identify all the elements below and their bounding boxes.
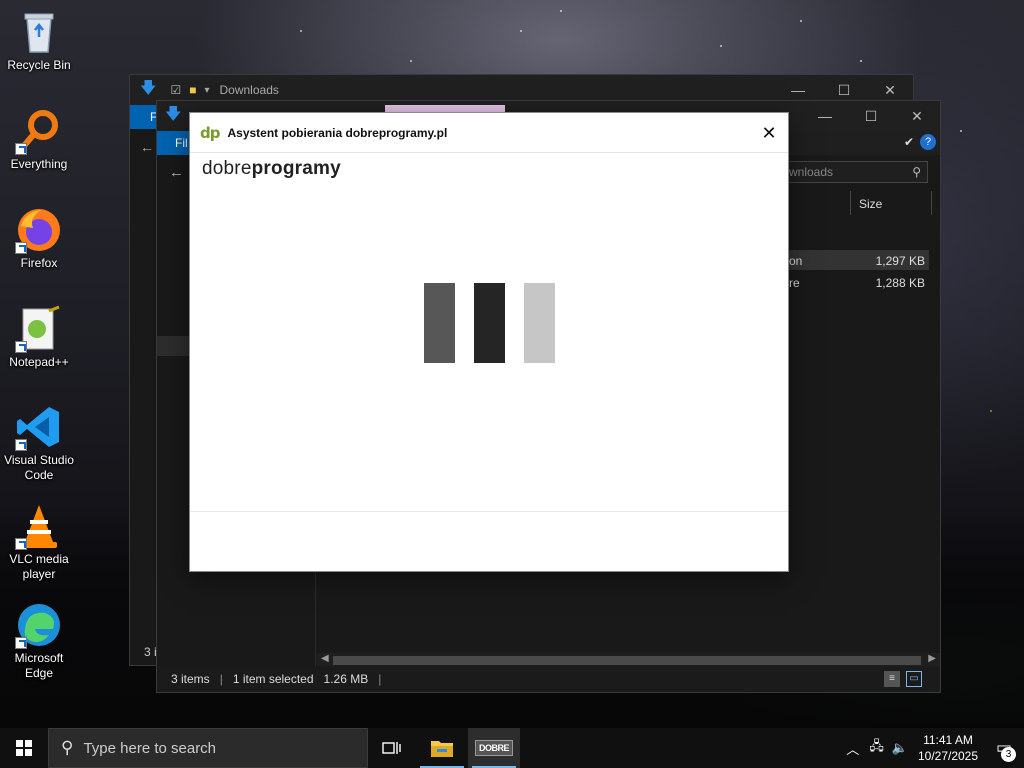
shortcut-arrow-icon	[15, 637, 27, 649]
table-row[interactable]: on 1,297 KB	[777, 250, 929, 270]
search-icon: ⚲	[912, 165, 921, 179]
volume-icon[interactable]: 🔈	[892, 740, 908, 756]
status-items: 3 i	[144, 645, 157, 659]
help-icon[interactable]: ?	[920, 134, 936, 150]
desktop-icon-vlc[interactable]: VLC media player	[2, 502, 76, 582]
start-button[interactable]	[0, 728, 48, 768]
desktop-icon-firefox[interactable]: Firefox	[2, 206, 76, 271]
large-icons-view-icon[interactable]: ▭	[906, 671, 922, 687]
dobre-app-label: DOBRE	[474, 740, 513, 756]
firefox-icon	[15, 206, 63, 254]
task-view-button[interactable]	[368, 728, 416, 768]
download-arrow-icon: 🡇	[140, 79, 157, 97]
column-header-size[interactable]: Size	[859, 197, 882, 211]
desktop-icon-label: Recycle Bin	[7, 58, 71, 72]
clock-date: 10/27/2025	[917, 749, 979, 763]
back-arrow-icon[interactable]: ←	[140, 139, 154, 155]
dialog-footer	[190, 511, 788, 571]
status-items: 3 items	[171, 672, 210, 686]
file-tab[interactable]: F	[130, 105, 158, 129]
download-assistant-dialog[interactable]: dp Asystent pobierania dobreprogramy.pl …	[189, 112, 789, 572]
notification-center-button[interactable]: ▭ 3	[984, 728, 1024, 768]
desktop-icon-everything[interactable]: Everything	[2, 107, 76, 172]
search-placeholder: wnloads	[789, 165, 834, 179]
dialog-close-button[interactable]: ✕	[758, 122, 780, 144]
download-arrow-icon: 🡇	[165, 105, 182, 123]
status-separator: |	[378, 672, 382, 686]
desktop-icon-label: Visual Studio Code	[4, 453, 74, 482]
shortcut-arrow-icon	[15, 143, 27, 155]
taskbar-search-input[interactable]: ⚲ Type here to search	[48, 728, 368, 768]
desktop-icon-label: Everything	[10, 157, 68, 171]
table-row[interactable]: re 1,288 KB	[777, 272, 929, 292]
recycle-bin-icon	[15, 8, 63, 56]
task-view-icon	[382, 742, 401, 754]
close-button[interactable]: ✕	[894, 101, 940, 131]
desktop-icon-label: Notepad++	[9, 355, 69, 369]
status-size: 1.26 MB	[323, 672, 369, 686]
shortcut-arrow-icon	[15, 538, 27, 550]
loader-bar-2	[474, 283, 505, 363]
vlc-icon	[15, 502, 63, 550]
desktop-icon-notepadpp[interactable]: Notepad++	[2, 305, 76, 370]
column-divider	[931, 191, 932, 215]
loader-bar-3	[524, 283, 555, 363]
quick-access-properties-icon[interactable]: ☑	[170, 83, 181, 97]
chevron-down-icon[interactable]: ▾	[204, 85, 209, 96]
desktop-icon-edge[interactable]: Microsoft Edge	[2, 601, 76, 681]
shortcut-arrow-icon	[15, 341, 27, 353]
dialog-title-bar[interactable]: dp Asystent pobierania dobreprogramy.pl …	[190, 113, 788, 153]
minimize-button[interactable]: —	[802, 101, 848, 131]
status-separator: |	[219, 672, 223, 686]
vscode-icon	[15, 403, 63, 451]
file-name: re	[789, 276, 800, 290]
desktop-icon-label: Microsoft Edge	[14, 651, 64, 680]
desktop-icon-recycle-bin[interactable]: Recycle Bin	[2, 8, 76, 73]
taskbar-search-placeholder: Type here to search	[83, 739, 217, 757]
edge-icon	[15, 601, 63, 649]
notification-badge: 3	[1001, 747, 1016, 762]
search-icon: ⚲	[61, 738, 74, 757]
back-arrow-icon[interactable]: ←	[169, 164, 184, 181]
scrollbar-thumb[interactable]	[333, 656, 921, 665]
file-name: on	[789, 254, 803, 268]
everything-icon	[15, 107, 63, 155]
chevron-up-icon[interactable]: ︿	[846, 739, 859, 758]
desktop-icon-label: VLC media player	[9, 552, 69, 581]
window-title: Downloads	[219, 83, 279, 97]
file-explorer-icon	[431, 741, 453, 757]
folder-icon: ■	[189, 83, 197, 97]
shortcut-arrow-icon	[15, 439, 27, 451]
system-tray: ︿ 🖧 🔈 11:41 AM 10/27/2025 ▭ 3	[846, 728, 1024, 768]
chevron-down-icon[interactable]: ✔	[904, 135, 914, 149]
brand-bold: programy	[251, 158, 341, 179]
desktop-icon-vscode[interactable]: Visual Studio Code	[2, 403, 76, 483]
taskbar-file-explorer[interactable]	[416, 728, 468, 768]
file-size: 1,288 KB	[875, 276, 925, 290]
file-size: 1,297 KB	[875, 254, 925, 268]
search-input[interactable]: wnloads ⚲	[782, 161, 928, 183]
details-view-icon[interactable]: ≡	[884, 671, 900, 687]
network-icon[interactable]: 🖧	[869, 737, 884, 759]
notepadpp-icon	[15, 305, 63, 353]
taskbar-dobreprogramy-app[interactable]: DOBRE	[468, 728, 520, 768]
loader-bar-1	[424, 283, 455, 363]
taskbar: ⚲ Type here to search DOBRE ︿ 🖧 🔈 11:41 …	[0, 728, 1024, 768]
clock[interactable]: 11:41 AM 10/27/2025	[912, 732, 984, 764]
scroll-right-icon[interactable]: ▶	[928, 653, 936, 664]
clock-time: 11:41 AM	[923, 733, 973, 747]
dp-logo-icon: dp	[200, 123, 221, 142]
scroll-left-icon[interactable]: ◀	[321, 653, 329, 664]
brand-logo: dobreprogramy	[202, 158, 341, 180]
dialog-title: Asystent pobierania dobreprogramy.pl	[227, 125, 448, 140]
maximize-button[interactable]: ☐	[848, 101, 894, 131]
status-selected: 1 item selected	[232, 672, 314, 686]
column-divider	[850, 191, 851, 215]
windows-logo-icon	[16, 740, 32, 756]
brand-light: dobre	[202, 158, 252, 179]
shortcut-arrow-icon	[15, 242, 27, 254]
desktop-icon-label: Firefox	[20, 256, 58, 270]
status-bar: 3 items | 1 item selected 1.26 MB | ≡ ▭	[157, 666, 940, 692]
